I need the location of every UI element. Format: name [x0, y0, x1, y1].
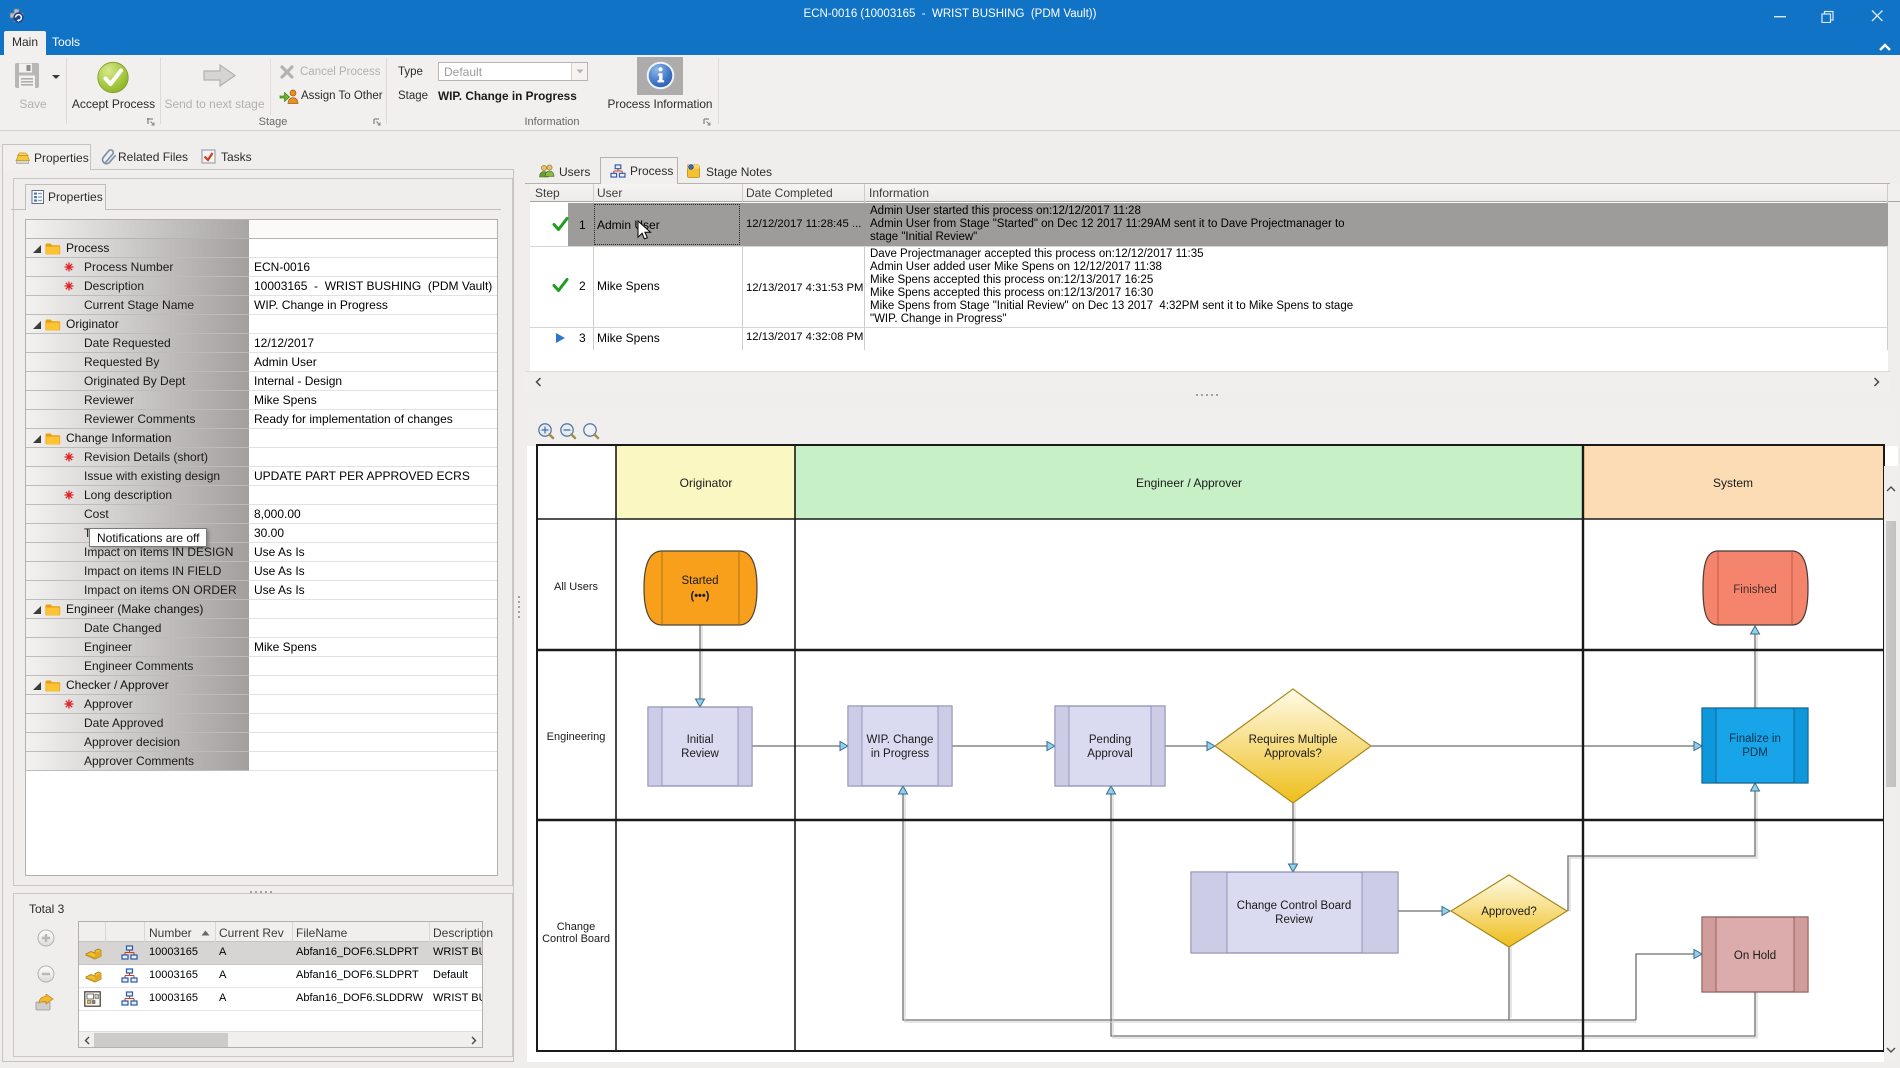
svg-text:Change Control Board: Change Control Board: [1237, 900, 1351, 912]
svg-text:Approvals?: Approvals?: [1264, 748, 1322, 760]
svg-text:PDM: PDM: [1742, 747, 1768, 759]
svg-text:Pending: Pending: [1089, 734, 1131, 746]
svg-text:Approval: Approval: [1087, 748, 1132, 760]
svg-text:Review: Review: [1275, 914, 1313, 926]
svg-text:Review: Review: [681, 748, 719, 760]
svg-text:Change: Change: [557, 921, 596, 933]
svg-text:All Users: All Users: [554, 581, 599, 593]
svg-text:Finished: Finished: [1733, 584, 1776, 596]
svg-text:On Hold: On Hold: [1734, 950, 1776, 962]
svg-text:Requires Multiple: Requires Multiple: [1249, 734, 1338, 746]
svg-text:(•••): (•••): [691, 590, 710, 602]
svg-text:Started: Started: [681, 575, 718, 587]
svg-text:Engineer / Approver: Engineer / Approver: [1136, 476, 1242, 490]
svg-text:System: System: [1713, 476, 1753, 490]
svg-text:Approved?: Approved?: [1481, 906, 1537, 918]
svg-text:WIP. Change: WIP. Change: [867, 734, 934, 746]
svg-text:in Progress: in Progress: [871, 748, 929, 760]
svg-text:Initial: Initial: [687, 734, 714, 746]
svg-text:Engineering: Engineering: [547, 731, 606, 743]
svg-text:Finalize in: Finalize in: [1729, 733, 1781, 745]
svg-text:Originator: Originator: [680, 476, 733, 490]
svg-text:Control Board: Control Board: [542, 933, 610, 945]
